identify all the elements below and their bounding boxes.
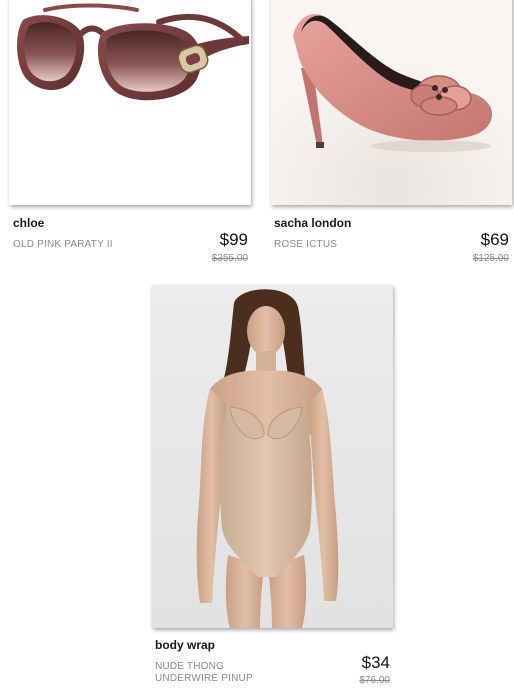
product-brand[interactable]: chloe <box>13 216 44 230</box>
product-description: NUDE THONG UNDERWIRE PINUP <box>155 661 253 685</box>
product-price: $34 <box>361 653 390 672</box>
product-description: ROSE ICTUS <box>274 239 338 250</box>
pump-shoe-image <box>271 0 512 205</box>
product-card-sacha-london[interactable]: sacha london ROSE ICTUS $69 $125.00 <box>260 0 514 270</box>
sunglasses-image <box>17 3 249 101</box>
product-description-line: UNDERWIRE PINUP <box>155 673 253 684</box>
product-original-price: $76.00 <box>359 675 390 686</box>
product-image-bodysuit[interactable] <box>152 285 393 628</box>
product-original-price: $355.00 <box>211 253 248 264</box>
bodysuit-model-image <box>152 285 393 628</box>
product-image-sunglasses[interactable] <box>9 0 251 205</box>
product-image-shoe[interactable] <box>271 0 512 205</box>
product-card-body-wrap[interactable]: body wrap NUDE THONG UNDERWIRE PINUP $34… <box>150 282 400 700</box>
product-description: OLD PINK PARATY II <box>13 239 113 250</box>
product-original-price: $125.00 <box>472 253 509 264</box>
product-description-line: NUDE THONG <box>155 661 225 672</box>
product-price: $99 <box>219 230 248 249</box>
product-card-chloe[interactable]: chloe OLD PINK PARATY II $99 $355.00 <box>0 0 260 270</box>
product-price: $69 <box>480 230 509 249</box>
product-brand[interactable]: sacha london <box>274 216 351 230</box>
product-brand[interactable]: body wrap <box>155 638 215 652</box>
